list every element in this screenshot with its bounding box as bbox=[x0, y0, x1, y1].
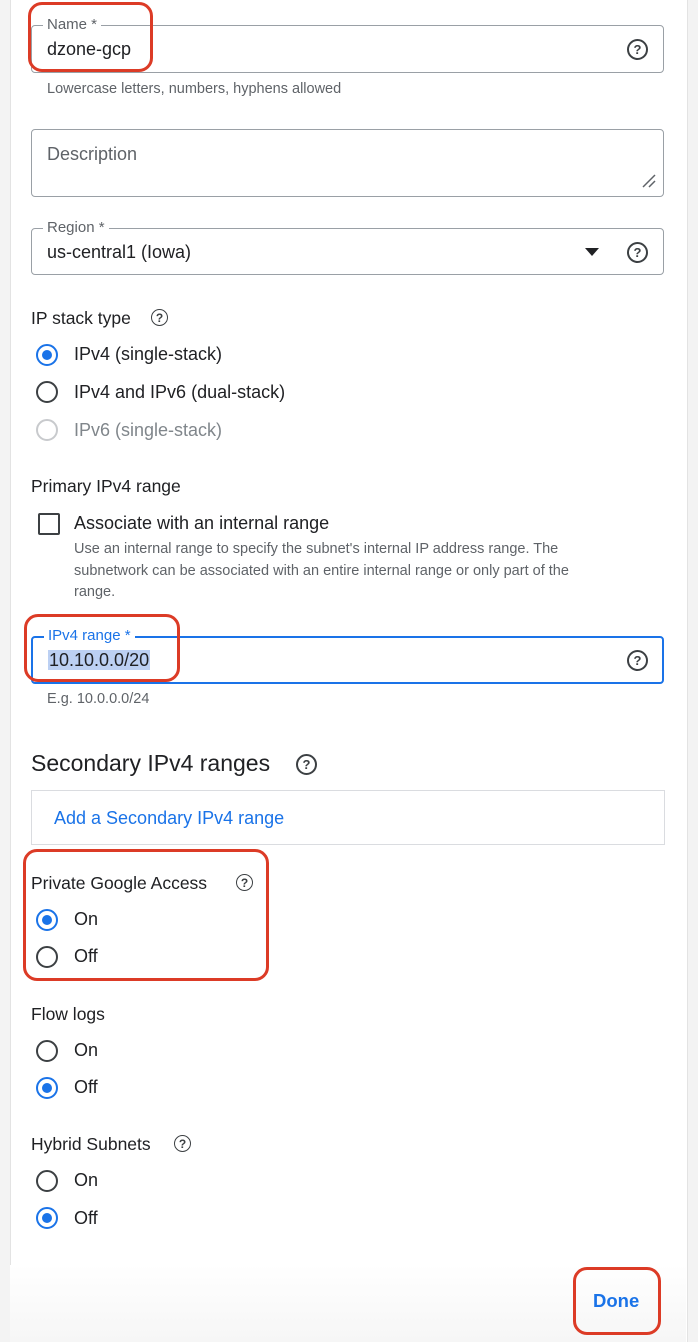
ip-stack-title: IP stack type bbox=[31, 308, 131, 328]
region-label: Region * bbox=[43, 219, 109, 237]
add-secondary-range-box: Add a Secondary IPv4 range bbox=[31, 790, 665, 845]
annotation-done bbox=[573, 1267, 661, 1335]
name-help-icon[interactable]: ? bbox=[627, 39, 648, 60]
internal-range-help-line: range. bbox=[74, 584, 116, 600]
annotation-private-google-access bbox=[23, 849, 269, 981]
internal-range-help-line: subnetwork can be associated with an ent… bbox=[74, 562, 569, 579]
dual-stack-radio[interactable] bbox=[36, 381, 58, 403]
region-value: us-central1 (Iowa) bbox=[47, 242, 192, 262]
ipv4-single-radio[interactable] bbox=[36, 344, 58, 366]
hybrid-subnets-help-icon[interactable]: ? bbox=[174, 1135, 191, 1152]
secondary-ranges-title: Secondary IPv4 ranges bbox=[31, 750, 271, 776]
flow-logs-off-radio[interactable] bbox=[36, 1077, 58, 1099]
flow-logs-title: Flow logs bbox=[31, 1004, 105, 1024]
hybrid-off-radio[interactable] bbox=[36, 1207, 58, 1229]
annotation-name bbox=[28, 2, 153, 72]
description-placeholder: Description bbox=[47, 144, 138, 164]
internal-range-label: Associate with an internal range bbox=[74, 513, 330, 533]
hybrid-off-label: Off bbox=[74, 1208, 98, 1228]
ipv4-single-label: IPv4 (single-stack) bbox=[74, 344, 223, 364]
region-help-icon[interactable]: ? bbox=[627, 242, 648, 263]
arrow-drop-down-icon[interactable] bbox=[585, 248, 599, 256]
ipv4-range-hint: E.g. 10.0.0.0/24 bbox=[47, 691, 150, 707]
add-secondary-range-link[interactable]: Add a Secondary IPv4 range bbox=[54, 808, 284, 829]
secondary-ranges-help-icon[interactable]: ? bbox=[296, 754, 317, 775]
description-field[interactable]: Description bbox=[31, 129, 664, 197]
resize-handle-icon[interactable] bbox=[641, 173, 656, 188]
hybrid-on-label: On bbox=[74, 1170, 99, 1190]
hybrid-subnets-title: Hybrid Subnets bbox=[31, 1134, 151, 1154]
ipv6-single-radio bbox=[36, 419, 58, 441]
name-hint: Lowercase letters, numbers, hyphens allo… bbox=[47, 81, 342, 97]
dual-stack-label: IPv4 and IPv6 (dual-stack) bbox=[74, 382, 286, 402]
ipv4-range-help-icon[interactable]: ? bbox=[627, 650, 648, 671]
ipv6-single-label: IPv6 (single-stack) bbox=[74, 420, 223, 440]
internal-range-help-line: Use an internal range to specify the sub… bbox=[74, 541, 559, 557]
ip-stack-help-icon[interactable]: ? bbox=[151, 309, 168, 326]
flow-logs-off-label: Off bbox=[74, 1077, 98, 1097]
internal-range-checkbox[interactable] bbox=[38, 513, 60, 535]
flow-logs-on-label: On bbox=[74, 1040, 99, 1060]
internal-range-help: Use an internal range to specify the sub… bbox=[74, 539, 569, 604]
region-select[interactable]: Region * us-central1 (Iowa) ? bbox=[31, 219, 664, 275]
hybrid-on-radio[interactable] bbox=[36, 1170, 58, 1192]
annotation-ipv4-range bbox=[24, 614, 180, 682]
primary-range-title: Primary IPv4 range bbox=[31, 476, 181, 496]
flow-logs-on-radio[interactable] bbox=[36, 1040, 58, 1062]
